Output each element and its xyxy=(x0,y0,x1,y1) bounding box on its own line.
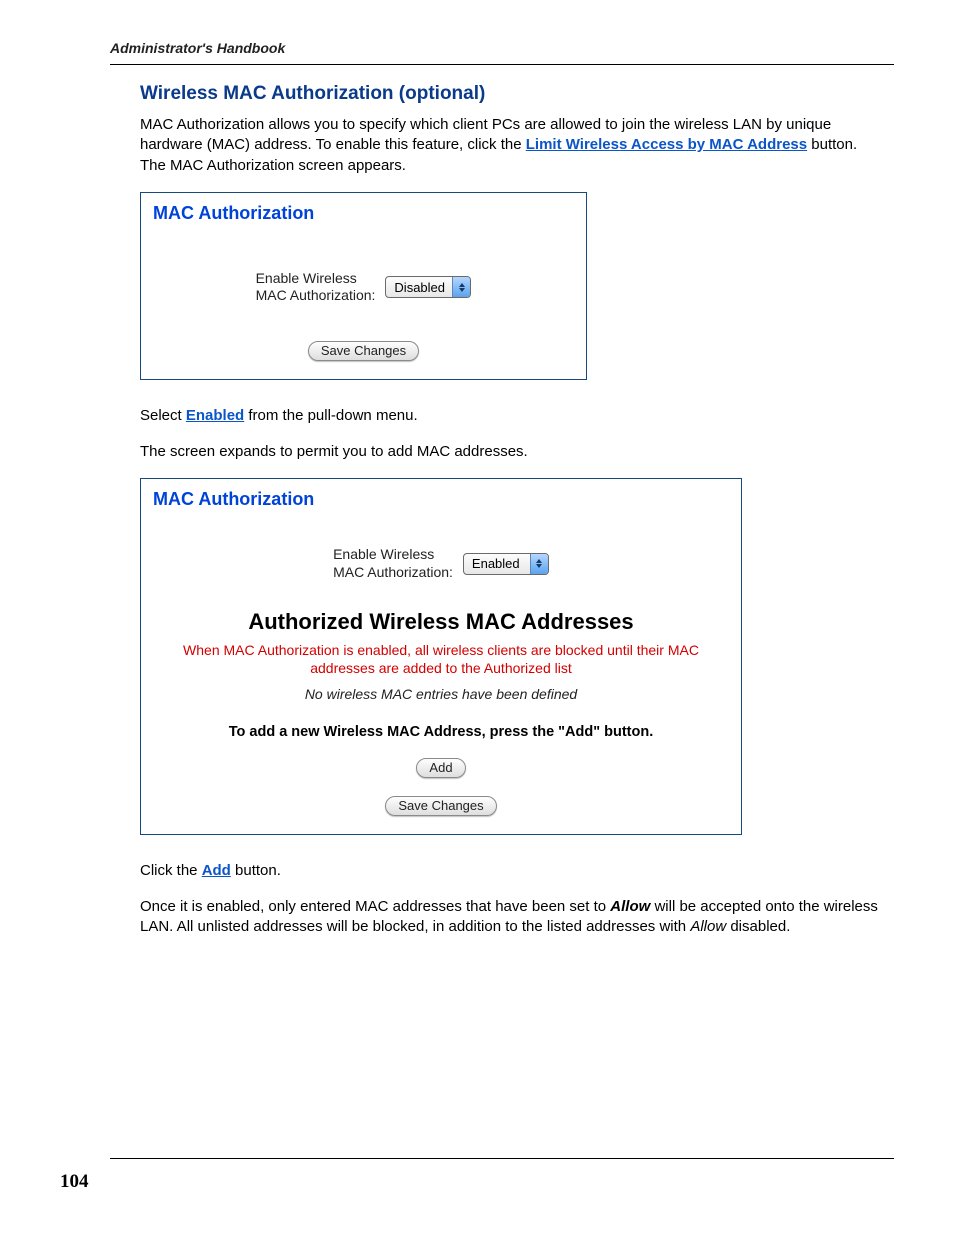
limit-wireless-link[interactable]: Limit Wireless Access by MAC Address xyxy=(526,136,807,153)
panel1-label: Enable Wireless MAC Authorization: xyxy=(256,270,376,305)
step3-paragraph: Click the Add button. xyxy=(140,861,884,881)
bottom-rule xyxy=(110,1158,894,1159)
intro-paragraph: MAC Authorization allows you to specify … xyxy=(140,115,884,176)
top-rule xyxy=(110,64,894,65)
running-header: Administrator's Handbook xyxy=(60,40,894,64)
step3-pre: Click the xyxy=(140,862,202,879)
empty-note: No wireless MAC entries have been define… xyxy=(141,686,741,702)
panel1-title: MAC Authorization xyxy=(141,193,586,230)
enabled-link[interactable]: Enabled xyxy=(186,407,244,424)
step3-post: button. xyxy=(231,862,281,879)
panel1-row: Enable Wireless MAC Authorization: Disab… xyxy=(141,270,586,305)
panel2-label: Enable Wireless MAC Authorization: xyxy=(333,546,453,581)
step1-pre: Select xyxy=(140,407,186,424)
step1-paragraph: Select Enabled from the pull-down menu. xyxy=(140,406,884,426)
save-changes-button[interactable]: Save Changes xyxy=(308,341,419,361)
select-arrows-icon xyxy=(452,277,470,297)
select-value: Enabled xyxy=(464,556,530,571)
enable-mac-auth-select-disabled[interactable]: Disabled xyxy=(385,276,471,298)
authorized-heading: Authorized Wireless MAC Addresses xyxy=(151,609,731,635)
allow-bold: Allow xyxy=(610,898,650,915)
step2-paragraph: The screen expands to permit you to add … xyxy=(140,442,884,462)
allow-italic: Allow xyxy=(690,918,726,935)
red-warning: When MAC Authorization is enabled, all w… xyxy=(169,641,713,677)
page-number: 104 xyxy=(60,1171,89,1193)
add-link[interactable]: Add xyxy=(202,862,231,879)
panel2-row: Enable Wireless MAC Authorization: Enabl… xyxy=(141,546,741,581)
closing-paragraph: Once it is enabled, only entered MAC add… xyxy=(140,897,884,938)
closing-a: Once it is enabled, only entered MAC add… xyxy=(140,898,610,915)
section-title: Wireless MAC Authorization (optional) xyxy=(140,83,884,105)
mac-auth-panel-enabled: MAC Authorization Enable Wireless MAC Au… xyxy=(140,478,742,834)
add-instruction: To add a new Wireless MAC Address, press… xyxy=(161,724,721,740)
select-value: Disabled xyxy=(386,280,452,295)
step1-post: from the pull-down menu. xyxy=(244,407,417,424)
mac-auth-panel-disabled: MAC Authorization Enable Wireless MAC Au… xyxy=(140,192,587,380)
select-arrows-icon xyxy=(530,554,548,574)
save-changes-button-2[interactable]: Save Changes xyxy=(385,796,496,816)
closing-c: disabled. xyxy=(726,918,790,935)
panel2-title: MAC Authorization xyxy=(141,479,741,516)
add-button[interactable]: Add xyxy=(416,758,465,778)
enable-mac-auth-select-enabled[interactable]: Enabled xyxy=(463,553,549,575)
